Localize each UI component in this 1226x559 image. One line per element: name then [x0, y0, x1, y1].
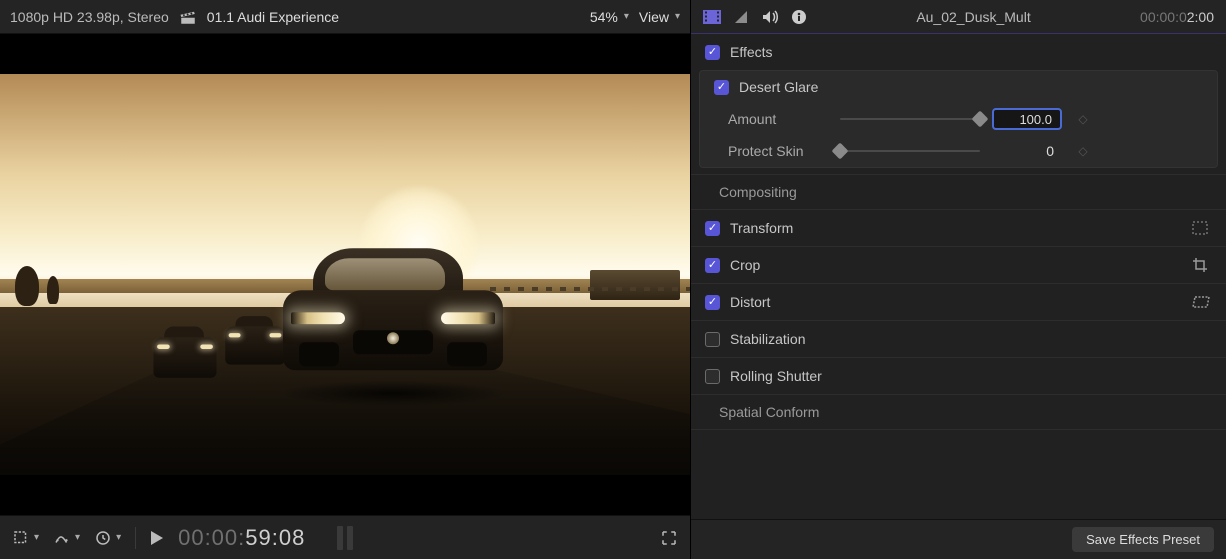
compositing-label: Compositing — [719, 184, 797, 200]
viewer-top-bar: 1080p HD 23.98p, Stereo 01.1 Audi Experi… — [0, 0, 690, 34]
effects-section-header[interactable]: Effects — [691, 34, 1226, 70]
effects-checkbox[interactable] — [705, 45, 720, 60]
separator — [135, 527, 136, 549]
inspector-body: Effects Desert Glare Amount 100.0 — [691, 34, 1226, 519]
timecode-prefix: 00:00: — [178, 525, 245, 550]
viewer-canvas[interactable] — [0, 34, 690, 515]
param-amount-row: Amount 100.0 ◇ — [700, 103, 1217, 135]
clip-title: 01.1 Audi Experience — [207, 9, 580, 25]
viewer-bottom-bar: ▾ ▾ ▾ 00:00:59:08 — [0, 515, 690, 559]
audio-meter-l — [337, 526, 343, 550]
letterbox-bottom — [0, 475, 690, 515]
chevron-down-icon: ▾ — [116, 532, 121, 543]
preview-image — [0, 74, 690, 475]
tab-info[interactable] — [791, 9, 807, 25]
viewer-panel: 1080p HD 23.98p, Stereo 01.1 Audi Experi… — [0, 0, 690, 559]
tab-audio[interactable] — [761, 9, 779, 25]
timecode-main: 2:00 — [1187, 9, 1214, 25]
rolling-shutter-checkbox[interactable] — [705, 369, 720, 384]
effects-label: Effects — [730, 44, 773, 60]
viewer-timecode[interactable]: 00:00:59:08 — [178, 525, 305, 551]
inspector-tabs — [703, 9, 807, 25]
stabilization-row[interactable]: Stabilization — [691, 321, 1226, 357]
fullscreen-button[interactable] — [660, 529, 678, 547]
effect-name: Desert Glare — [739, 79, 818, 95]
inspector-clip-name: Au_02_Dusk_Mult — [819, 9, 1128, 25]
inspector-top-bar: Au_02_Dusk_Mult 00:00:02:00 — [691, 0, 1226, 34]
transform-icon[interactable] — [1192, 221, 1212, 235]
param-protect-row: Protect Skin 0 ◇ — [700, 135, 1217, 167]
stabilization-checkbox[interactable] — [705, 332, 720, 347]
play-button[interactable] — [150, 530, 164, 546]
inspector-timecode: 00:00:02:00 — [1140, 9, 1214, 25]
effect-desert-glare: Desert Glare Amount 100.0 ◇ Protect Skin — [699, 70, 1218, 168]
crop-icon[interactable] — [1192, 257, 1212, 273]
spatial-label: Spatial Conform — [719, 404, 819, 420]
app-root: 1080p HD 23.98p, Stereo 01.1 Audi Experi… — [0, 0, 1226, 559]
timecode-main: 59:08 — [245, 525, 305, 550]
amount-slider[interactable] — [840, 112, 980, 126]
chevron-down-icon: ▾ — [624, 11, 629, 22]
param-amount-label: Amount — [728, 111, 828, 127]
chevron-down-icon: ▾ — [75, 532, 80, 543]
keyframe-icon[interactable]: ◇ — [1074, 112, 1092, 126]
chevron-down-icon: ▾ — [675, 11, 680, 22]
rolling-label: Rolling Shutter — [730, 368, 822, 384]
view-dropdown[interactable]: View ▾ — [639, 9, 680, 25]
keyframe-icon[interactable]: ◇ — [1074, 144, 1092, 158]
transform-checkbox[interactable] — [705, 221, 720, 236]
distort-label: Distort — [730, 294, 770, 310]
chevron-down-icon: ▾ — [34, 532, 39, 543]
protect-value[interactable]: 0 — [992, 143, 1062, 159]
save-effects-preset-button[interactable]: Save Effects Preset — [1072, 527, 1214, 552]
letterbox-top — [0, 34, 690, 74]
view-label: View — [639, 9, 669, 25]
effect-enable-checkbox[interactable] — [714, 80, 729, 95]
inspector-bottom-bar: Save Effects Preset — [691, 519, 1226, 559]
crop-label: Crop — [730, 257, 760, 273]
stabilization-label: Stabilization — [730, 331, 806, 347]
effect-header[interactable]: Desert Glare — [700, 71, 1217, 103]
transform-row[interactable]: Transform — [691, 210, 1226, 246]
crop-tool-dropdown[interactable]: ▾ — [12, 529, 39, 547]
spatial-conform-row[interactable]: Spatial Conform — [691, 395, 1226, 429]
retime-tool-dropdown[interactable]: ▾ — [94, 529, 121, 547]
transform-label: Transform — [730, 220, 793, 236]
amount-value-input[interactable]: 100.0 — [992, 108, 1062, 130]
audio-meter-r — [347, 526, 353, 550]
param-protect-label: Protect Skin — [728, 143, 828, 159]
tab-video[interactable] — [703, 10, 721, 24]
clapper-icon — [179, 8, 197, 26]
distort-checkbox[interactable] — [705, 295, 720, 310]
tab-color[interactable] — [733, 9, 749, 25]
timecode-prefix: 00:00:0 — [1140, 9, 1187, 25]
zoom-value: 54% — [590, 9, 618, 25]
distort-row[interactable]: Distort — [691, 284, 1226, 320]
video-format: 1080p HD 23.98p, Stereo — [10, 9, 169, 25]
inspector-panel: Au_02_Dusk_Mult 00:00:02:00 Effects Dese… — [690, 0, 1226, 559]
protect-slider[interactable] — [840, 144, 980, 158]
rolling-shutter-row[interactable]: Rolling Shutter — [691, 358, 1226, 394]
audio-meters — [337, 526, 353, 550]
crop-row[interactable]: Crop — [691, 247, 1226, 283]
compositing-header[interactable]: Compositing — [691, 175, 1226, 209]
color-tool-dropdown[interactable]: ▾ — [53, 529, 80, 547]
zoom-dropdown[interactable]: 54% ▾ — [590, 9, 629, 25]
distort-icon[interactable] — [1192, 296, 1212, 308]
crop-checkbox[interactable] — [705, 258, 720, 273]
